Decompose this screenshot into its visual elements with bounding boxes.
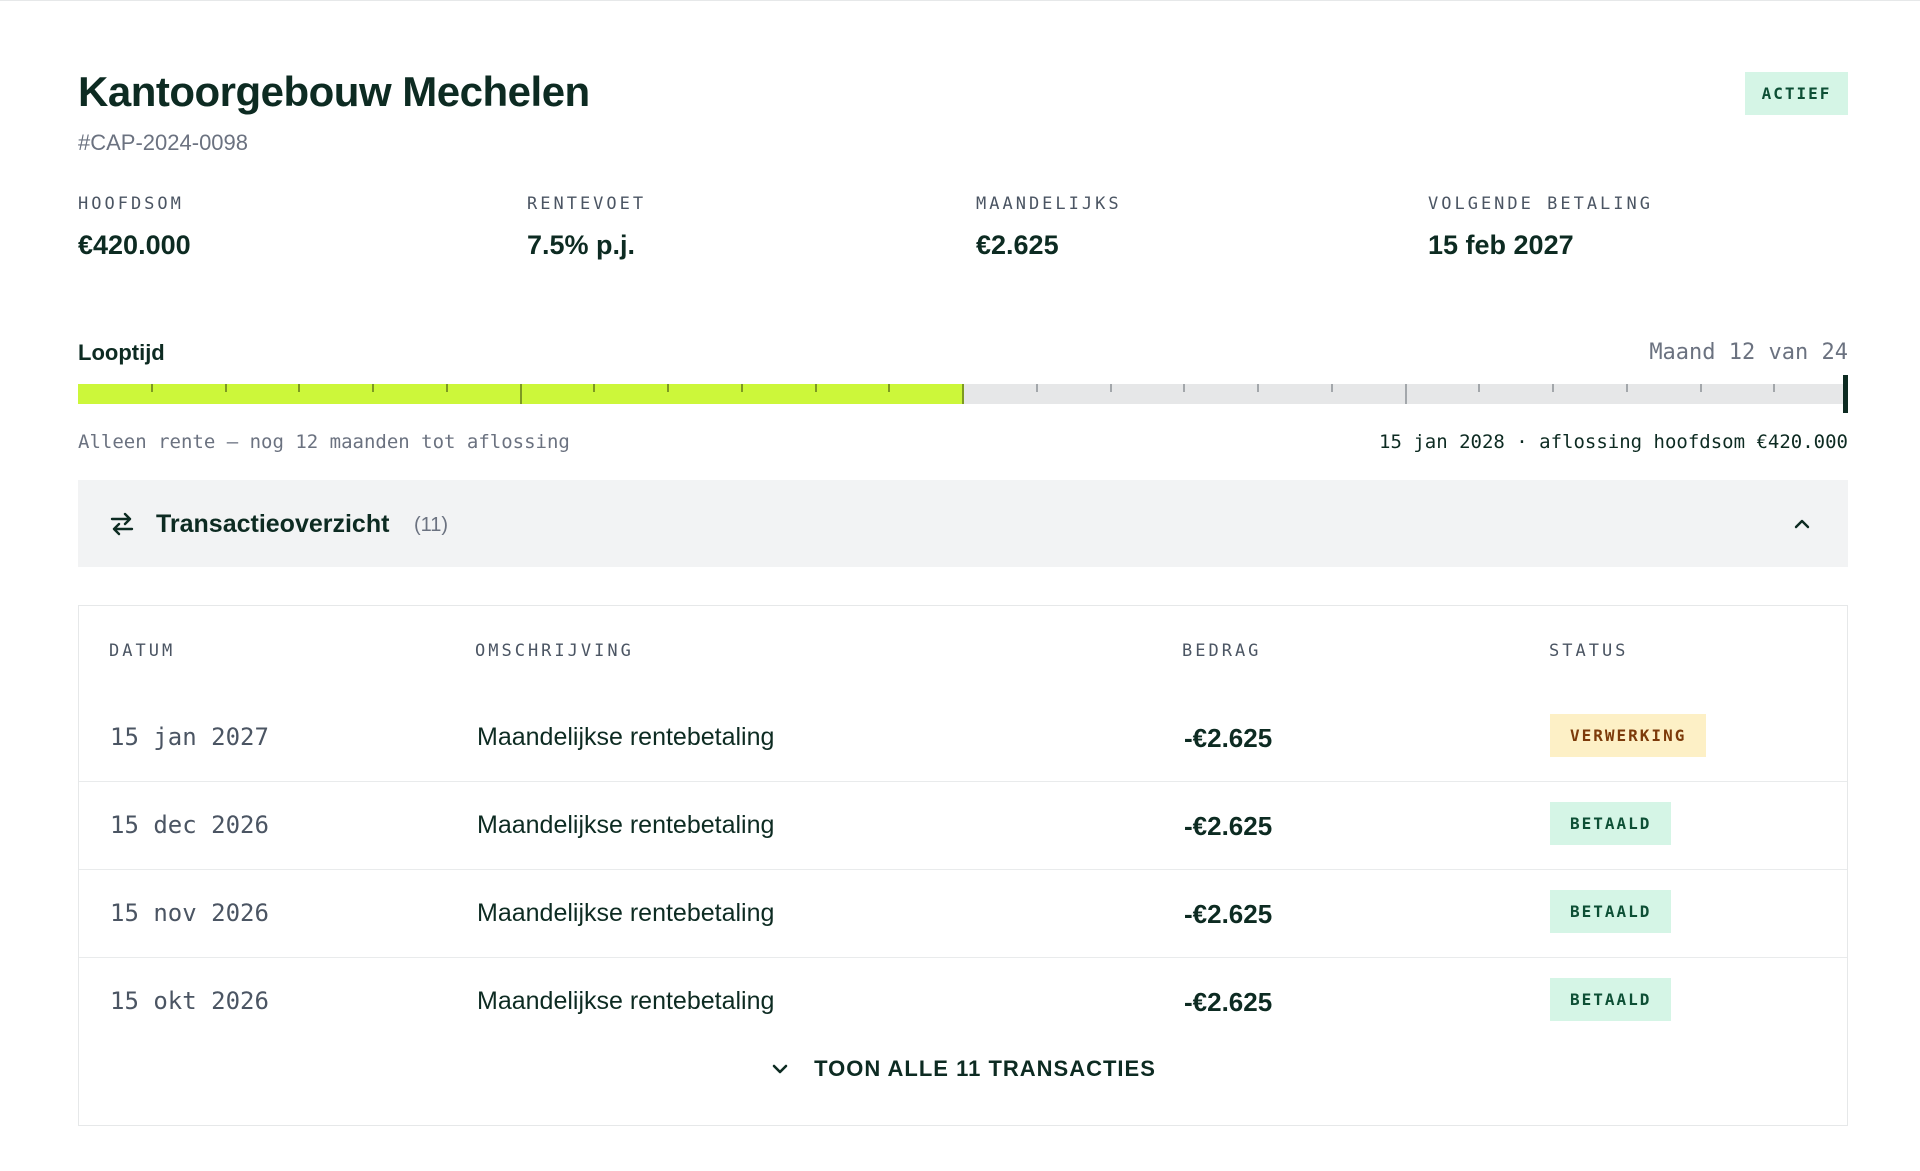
table-row[interactable]: 15 nov 2026 Maandelijkse rentebetaling -… — [79, 870, 1847, 958]
term-month-tick — [1257, 384, 1259, 392]
row-date: 15 okt 2026 — [110, 987, 269, 1015]
term-month-tick — [962, 384, 964, 404]
row-date: 15 dec 2026 — [110, 811, 269, 839]
term-month-tick — [445, 384, 448, 392]
term-end-marker — [1843, 375, 1848, 413]
stat-value: 7.5% p.j. — [527, 230, 636, 260]
term-month-tick — [224, 384, 227, 392]
page-title: Kantoorgebouw Mechelen — [78, 68, 590, 115]
column-header-datum: DATUM — [109, 641, 176, 661]
term-month-tick — [1330, 384, 1333, 392]
term-month-tick — [667, 384, 669, 392]
project-code: #CAP-2024-0098 — [78, 130, 249, 155]
term-month-tick — [1699, 384, 1702, 392]
stat-volgende-betaling: VOLGENDE BETALING 15 feb 2027 — [1428, 194, 1653, 261]
column-header-bedrag: BEDRAG — [1182, 641, 1262, 661]
row-description: Maandelijkse rentebetaling — [477, 811, 775, 839]
term-section: Looptijd Maand 12 van 24 Alleen rente — … — [78, 320, 1848, 480]
table-row[interactable]: 15 okt 2026 Maandelijkse rentebetaling -… — [79, 958, 1847, 1045]
row-description: Maandelijkse rentebetaling — [477, 899, 775, 927]
term-progress-bar — [78, 375, 1848, 413]
term-month-tick — [298, 384, 301, 392]
column-header-status: STATUS — [1549, 641, 1629, 661]
term-note-left: Alleen rente — nog 12 maanden tot afloss… — [78, 431, 570, 453]
row-amount: -€2.625 — [1184, 899, 1273, 929]
stat-value: 15 feb 2027 — [1428, 230, 1574, 260]
term-month-tick — [814, 384, 817, 392]
table-row[interactable]: 15 dec 2026 Maandelijkse rentebetaling -… — [79, 782, 1847, 870]
chevron-up-icon[interactable] — [1792, 514, 1812, 534]
term-month-tick — [1625, 384, 1628, 392]
transactions-title: Transactieoverzicht — [156, 510, 390, 538]
term-month-tick — [372, 384, 374, 392]
row-amount: -€2.625 — [1184, 811, 1273, 841]
status-badge: BETAALD — [1550, 802, 1672, 845]
term-month-tick — [1773, 384, 1776, 392]
stat-label: VOLGENDE BETALING — [1428, 194, 1653, 214]
project-header: Kantoorgebouw Mechelen #CAP-2024-0098 AC… — [78, 0, 1848, 180]
term-month-tick — [593, 384, 596, 392]
row-amount: -€2.625 — [1184, 987, 1273, 1017]
chevron-down-icon — [772, 1064, 788, 1074]
term-title: Looptijd — [78, 340, 165, 365]
status-badge: ACTIEF — [1745, 72, 1848, 115]
row-description: Maandelijkse rentebetaling — [477, 987, 775, 1015]
stat-value: €2.625 — [976, 230, 1059, 260]
row-description: Maandelijkse rentebetaling — [477, 723, 775, 751]
swap-arrows-icon — [110, 512, 134, 536]
row-date: 15 jan 2027 — [110, 723, 269, 751]
table-row[interactable]: 15 jan 2027 Maandelijkse rentebetaling -… — [79, 694, 1847, 782]
stat-label: RENTEVOET — [527, 194, 647, 214]
term-month-tick — [1183, 384, 1186, 392]
term-month-tick — [519, 384, 522, 404]
term-month-tick — [1035, 384, 1038, 392]
column-header-omschrijving: OMSCHRIJVING — [475, 641, 634, 661]
stat-rentevoet: RENTEVOET 7.5% p.j. — [527, 194, 646, 261]
transactions-header[interactable]: Transactieoverzicht (11) — [78, 480, 1848, 567]
status-badge: BETAALD — [1550, 890, 1672, 933]
status-badge: BETAALD — [1550, 978, 1672, 1021]
term-month-tick — [888, 384, 891, 392]
stat-hoofdsom: HOOFDSOM €420.000 — [78, 194, 191, 261]
term-month-tick — [1404, 384, 1407, 404]
term-month-tick — [150, 384, 153, 392]
transactions-count: (11) — [414, 514, 449, 536]
show-all-container: TOON ALLE 11 TRANSACTIES — [79, 1056, 1847, 1084]
project-card: Kantoorgebouw Mechelen #CAP-2024-0098 AC… — [78, 0, 1848, 1126]
term-month-label: Maand 12 van 24 — [1649, 340, 1848, 365]
stat-maandelijks: MAANDELIJKS €2.625 — [976, 194, 1122, 261]
row-date: 15 nov 2026 — [110, 899, 269, 927]
show-all-button[interactable]: TOON ALLE 11 TRANSACTIES — [770, 1056, 1156, 1082]
term-month-tick — [1552, 384, 1554, 392]
stat-label: HOOFDSOM — [78, 194, 184, 214]
stat-label: MAANDELIJKS — [976, 194, 1122, 214]
status-badge: VERWERKING — [1550, 714, 1707, 757]
row-amount: -€2.625 — [1184, 723, 1273, 753]
show-all-label: TOON ALLE 11 TRANSACTIES — [814, 1056, 1156, 1081]
term-month-tick — [740, 384, 743, 392]
stats-row: HOOFDSOM €420.000 RENTEVOET 7.5% p.j. MA… — [78, 180, 1848, 320]
stat-value: €420.000 — [78, 230, 191, 260]
term-note-right: 15 jan 2028 · aflossing hoofdsom €420.00… — [1379, 431, 1848, 453]
term-month-tick — [1109, 384, 1112, 392]
term-month-tick — [1478, 384, 1481, 392]
transactions-table: DATUM OMSCHRIJVING BEDRAG STATUS 15 jan … — [78, 605, 1848, 1126]
